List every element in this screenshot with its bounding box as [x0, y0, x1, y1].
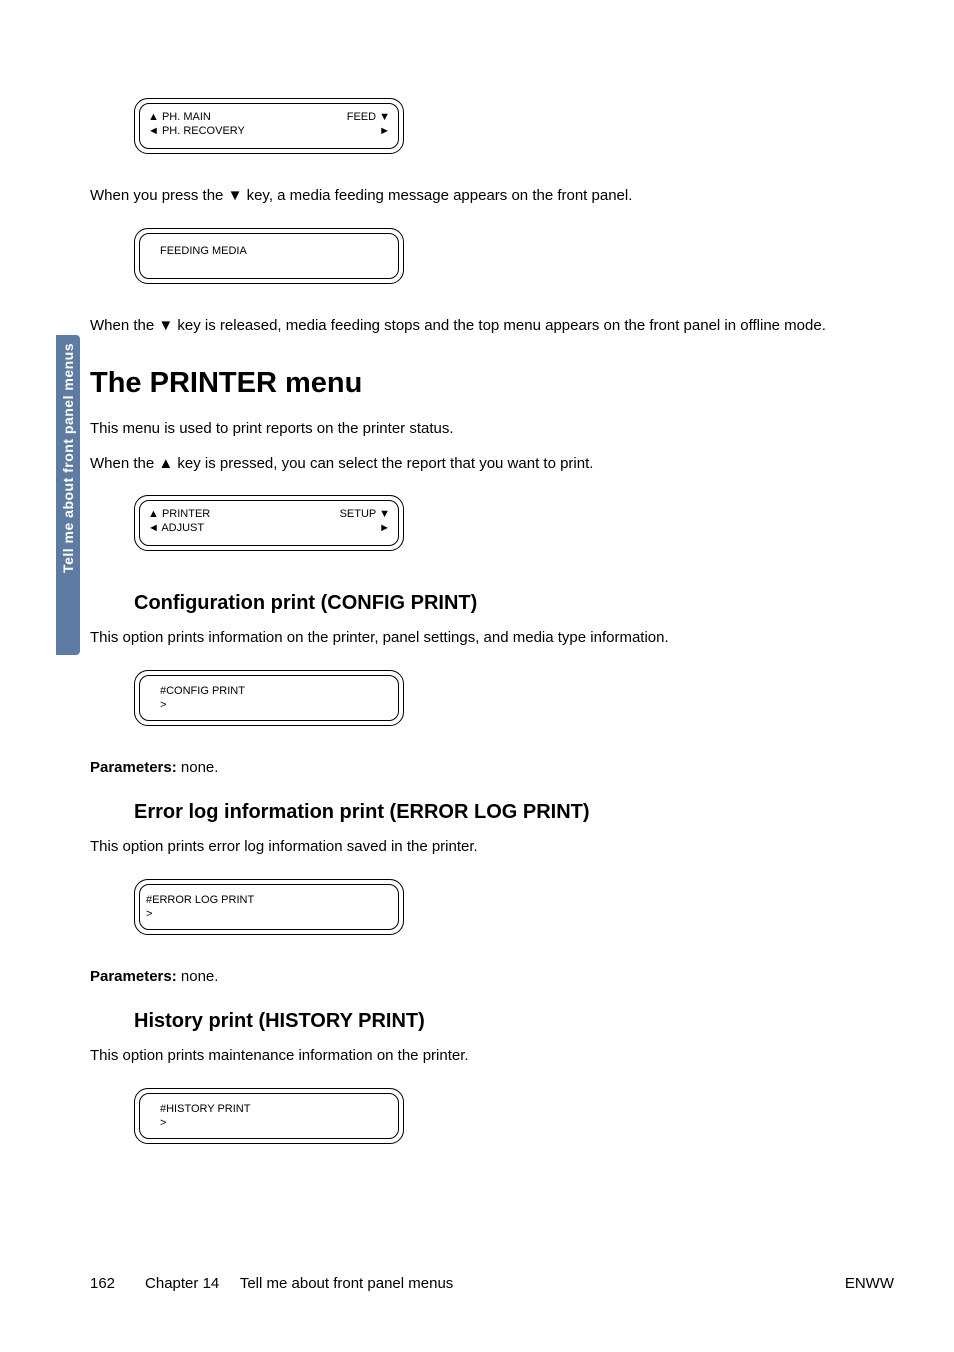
chapter-title: Tell me about front panel menus [240, 1275, 453, 1292]
lcd-text: #HISTORY PRINT [148, 1102, 390, 1116]
body-paragraph: When you press the ▼ key, a media feedin… [90, 185, 894, 208]
parameters-label: Parameters: [90, 968, 177, 985]
side-tab-label: Tell me about front panel menus [59, 343, 77, 573]
body-paragraph: This option prints maintenance informati… [90, 1045, 894, 1068]
parameters-label: Parameters: [90, 759, 177, 776]
lcd-text: SETUP ▼ [340, 507, 390, 521]
chapter-label: Chapter 14 [145, 1275, 219, 1292]
lcd-text: ► [379, 521, 390, 535]
body-paragraph: This option prints information on the pr… [90, 627, 894, 650]
lcd-text: FEED ▼ [347, 110, 390, 124]
page-number: 162 [90, 1275, 115, 1292]
lcd-panel-history-print: #HISTORY PRINT > [134, 1088, 404, 1144]
page-footer: 162 Chapter 14 Tell me about front panel… [90, 1275, 894, 1292]
lcd-text: ◄ ADJUST [148, 521, 204, 535]
lcd-text: ► [379, 124, 390, 138]
lcd-text: > [146, 907, 390, 921]
lcd-text: > [148, 1116, 390, 1130]
heading-error-log-print: Error log information print (ERROR LOG P… [134, 801, 894, 824]
lcd-text: ▲ PH. MAIN [148, 110, 211, 124]
side-tab: Tell me about front panel menus [56, 335, 80, 655]
lcd-panel-config-print: #CONFIG PRINT > [134, 670, 404, 726]
parameters-line: Parameters: none. [90, 757, 894, 780]
lcd-text: ◄ PH. RECOVERY [148, 124, 245, 138]
parameters-line: Parameters: none. [90, 966, 894, 989]
lcd-panel-feeding-media: FEEDING MEDIA [134, 228, 404, 284]
lcd-text: #CONFIG PRINT [148, 684, 390, 698]
lcd-text: FEEDING MEDIA [148, 244, 390, 258]
heading-config-print: Configuration print (CONFIG PRINT) [134, 592, 894, 615]
lcd-panel-error-log-print: #ERROR LOG PRINT > [134, 879, 404, 935]
footer-right: ENWW [845, 1275, 894, 1292]
lcd-panel-ph-main: ▲ PH. MAIN FEED ▼ ◄ PH. RECOVERY ► [134, 98, 404, 154]
body-paragraph: When the ▲ key is pressed, you can selec… [90, 453, 894, 476]
lcd-panel-printer: ▲ PRINTER SETUP ▼ ◄ ADJUST ► [134, 495, 404, 551]
parameters-value: none. [177, 968, 219, 985]
body-paragraph: This option prints error log information… [90, 836, 894, 859]
lcd-text: #ERROR LOG PRINT [146, 893, 390, 907]
heading-history-print: History print (HISTORY PRINT) [134, 1010, 894, 1033]
body-paragraph: When the ▼ key is released, media feedin… [90, 315, 894, 338]
lcd-text: > [148, 698, 390, 712]
body-paragraph: This menu is used to print reports on th… [90, 418, 894, 441]
parameters-value: none. [177, 759, 219, 776]
page-content: ▲ PH. MAIN FEED ▼ ◄ PH. RECOVERY ► When … [90, 90, 894, 1163]
lcd-text: ▲ PRINTER [148, 507, 210, 521]
heading-printer-menu: The PRINTER menu [90, 367, 894, 400]
